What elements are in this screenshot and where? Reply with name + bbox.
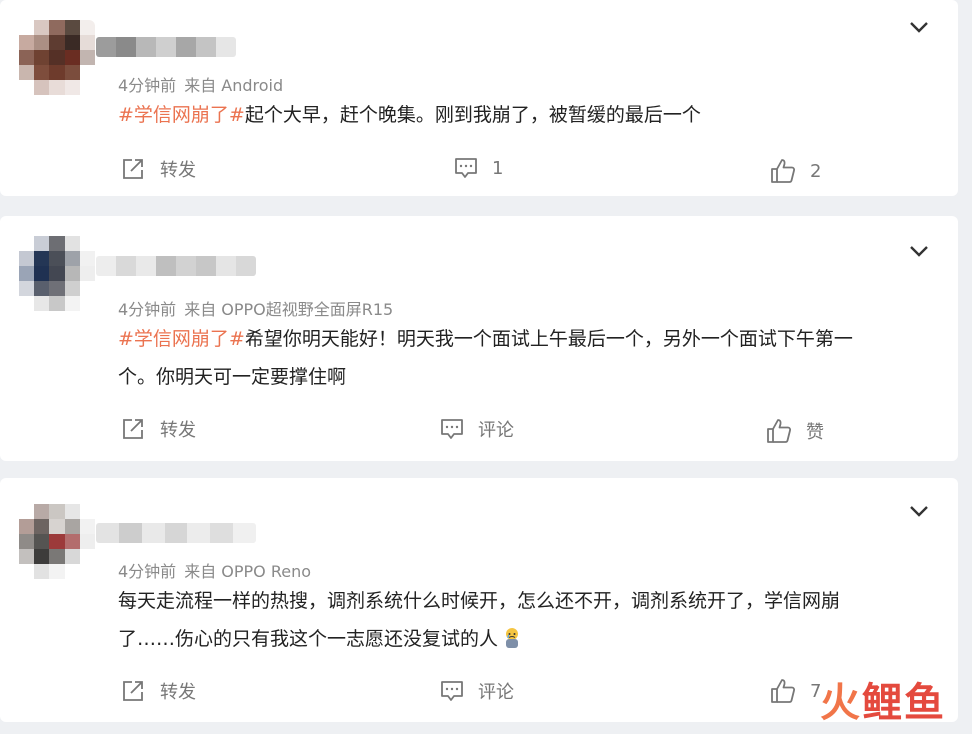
thumbs-up-icon (771, 159, 796, 183)
like-label: 赞 (806, 422, 824, 443)
like-button[interactable]: 7 (770, 678, 821, 704)
repost-label: 转发 (160, 420, 196, 441)
crying-emoji-icon (506, 628, 519, 648)
comment-icon (441, 681, 463, 701)
comment-text: #学信网崩了#希望你明天能好！明天我一个面试上午最后一个，另外一个面试下午第一 … (118, 320, 928, 396)
avatar[interactable] (19, 236, 95, 326)
comment-label: 评论 (478, 420, 514, 441)
chevron-down-icon[interactable] (908, 16, 930, 38)
like-count: 2 (810, 160, 822, 182)
repost-button[interactable]: 转发 (120, 678, 196, 704)
comment-count: 1 (492, 157, 504, 179)
comment-text: #学信网崩了#起个大早，赶个晚集。刚到我崩了，被暂缓的最后一个 (118, 96, 928, 134)
comment-meta: 4分钟前 来自 OPPO超视野全面屏R15 (118, 296, 393, 320)
repost-label: 转发 (160, 160, 196, 181)
watermark-fire: 火 (820, 680, 862, 726)
like-button[interactable]: 2 (770, 158, 821, 184)
comment-card: 4分钟前 来自 OPPO Reno 每天走流程一样的热搜，调剂系统什么时候开，怎么… (0, 478, 958, 722)
share-icon (123, 159, 143, 179)
username-blurred[interactable] (96, 37, 236, 57)
comment-card: 4分钟前 来自 OPPO超视野全面屏R15 #学信网崩了#希望你明天能好！明天我一… (0, 216, 958, 461)
comment-card: 4分钟前 来自 Android #学信网崩了#起个大早，赶个晚集。刚到我崩了，被暂… (0, 0, 958, 196)
username-blurred[interactable] (96, 523, 256, 543)
chevron-down-icon[interactable] (908, 240, 930, 262)
watermark-text: 鲤鱼 (862, 680, 946, 726)
comment-body-continued: 了……伤心的只有我这个一志愿还没复试的人 (118, 628, 499, 650)
comment-text: 每天走流程一样的热搜，调剂系统什么时候开，怎么还不开，调剂系统开了，学信网崩 了… (118, 582, 928, 658)
repost-button[interactable]: 转发 (120, 416, 196, 442)
share-icon (123, 681, 143, 701)
thumbs-up-icon (767, 419, 792, 443)
username-blurred[interactable] (96, 256, 256, 276)
share-icon (123, 419, 143, 439)
comment-button[interactable]: 评论 (440, 416, 514, 442)
comment-body-continued: 个。你明天可一定要撑住啊 (118, 366, 347, 388)
comment-button[interactable]: 评论 (440, 678, 514, 704)
comment-source: 来自 Android (184, 76, 284, 95)
topic-link[interactable]: #学信网崩了# (118, 104, 245, 126)
comment-body: 希望你明天能好！明天我一个面试上午最后一个，另外一个面试下午第一 (244, 328, 853, 350)
comment-meta: 4分钟前 来自 Android (118, 72, 283, 96)
comment-source: 来自 OPPO超视野全面屏R15 (184, 300, 394, 319)
comment-time: 4分钟前 (118, 300, 177, 319)
topic-link[interactable]: #学信网崩了# (118, 328, 245, 350)
chevron-down-icon[interactable] (908, 500, 930, 522)
repost-label: 转发 (160, 682, 196, 703)
repost-button[interactable]: 转发 (120, 156, 196, 182)
watermark-logo: 火鲤鱼 (820, 670, 946, 728)
comment-meta: 4分钟前 来自 OPPO Reno (118, 558, 311, 582)
thumbs-up-icon (771, 679, 796, 703)
comment-body: 起个大早，赶个晚集。刚到我崩了，被暂缓的最后一个 (244, 104, 701, 126)
comment-time: 4分钟前 (118, 562, 177, 581)
comment-time: 4分钟前 (118, 76, 177, 95)
comment-button[interactable]: 1 (454, 156, 503, 180)
comment-source: 来自 OPPO Reno (184, 562, 312, 581)
like-button[interactable]: 赞 (766, 418, 824, 444)
comment-body: 每天走流程一样的热搜，调剂系统什么时候开，怎么还不开，调剂系统开了，学信网崩 (118, 590, 841, 612)
comment-label: 评论 (478, 682, 514, 703)
avatar[interactable] (19, 504, 95, 594)
comment-icon (441, 419, 463, 439)
avatar[interactable] (19, 20, 95, 110)
comment-icon (455, 158, 477, 178)
